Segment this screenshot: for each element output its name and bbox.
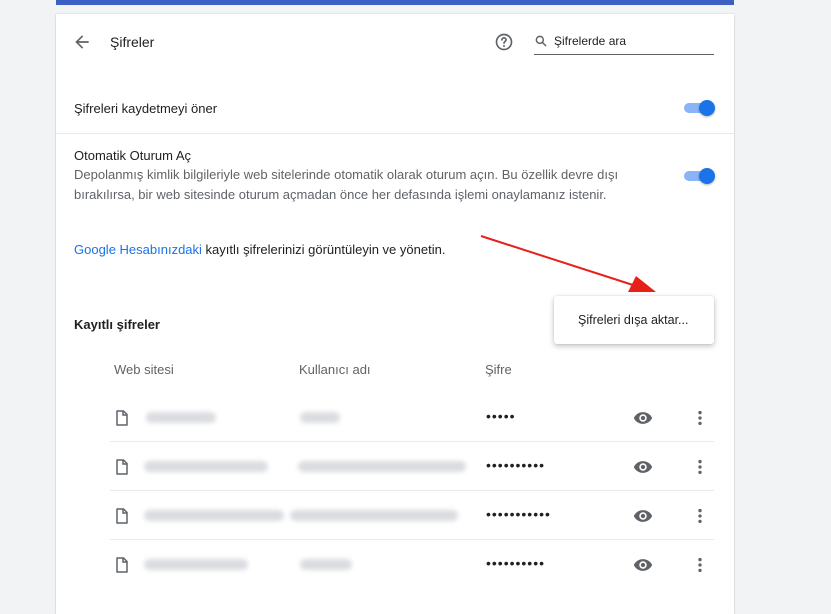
offer-save-row: Şifreleri kaydetmeyi öner	[56, 84, 734, 134]
export-passwords-menu-item[interactable]: Şifreleri dışa aktar...	[578, 313, 688, 327]
blurred-username	[298, 461, 466, 472]
row-separator	[110, 441, 714, 442]
file-icon	[116, 459, 128, 475]
export-popup-menu: Şifreleri dışa aktar...	[554, 296, 714, 344]
saved-passwords-title: Kayıtlı şifreler	[74, 317, 160, 332]
search-field	[534, 30, 714, 55]
eye-icon[interactable]	[632, 506, 654, 526]
google-account-text: kayıtlı şifrelerinizi görüntüleyin ve yö…	[201, 242, 446, 257]
blurred-username	[290, 510, 458, 521]
password-mask: •••••	[486, 408, 516, 424]
blurred-site	[144, 510, 284, 521]
more-vert-icon[interactable]	[690, 555, 710, 575]
blurred-site	[144, 461, 268, 472]
password-mask: ••••••••••	[486, 555, 546, 571]
file-icon	[116, 508, 128, 524]
column-header-username: Kullanıcı adı	[299, 362, 371, 377]
page-title: Şifreler	[110, 34, 155, 50]
eye-icon[interactable]	[632, 555, 654, 575]
google-account-line: Google Hesabınızdaki kayıtlı şifrelerini…	[74, 242, 445, 257]
search-input[interactable]	[554, 32, 710, 50]
more-vert-icon[interactable]	[690, 506, 710, 526]
blurred-site	[146, 412, 216, 423]
offer-save-toggle[interactable]	[682, 100, 715, 116]
password-mask: •••••••••••	[486, 506, 551, 522]
eye-icon[interactable]	[632, 457, 654, 477]
password-mask: ••••••••••	[486, 457, 546, 473]
column-header-site: Web sitesi	[114, 362, 174, 377]
row-separator	[110, 490, 714, 491]
blurred-username	[300, 559, 352, 570]
page-header: Şifreler	[56, 14, 734, 72]
file-icon	[116, 410, 128, 426]
auto-signin-description: Depolanmış kimlik bilgileriyle web sitel…	[74, 165, 654, 205]
offer-save-label: Şifreleri kaydetmeyi öner	[74, 101, 218, 116]
auto-signin-description-line: Depolanmış kimlik bilgileriyle web sitel…	[74, 167, 619, 182]
auto-signin-toggle[interactable]	[682, 168, 715, 184]
file-icon	[116, 557, 128, 573]
blurred-username	[300, 412, 340, 423]
password-row: ••••••••••	[110, 443, 714, 491]
auto-signin-row: Otomatik Oturum Aç Depolanmış kimlik bil…	[56, 134, 734, 214]
top-bar-accent	[56, 0, 734, 5]
password-row: •••••••••••	[110, 492, 714, 540]
back-arrow-icon[interactable]	[72, 32, 92, 52]
google-account-link[interactable]: Google Hesabınızdaki	[74, 242, 202, 257]
password-row: ••••••••••	[110, 541, 714, 589]
search-icon	[535, 35, 547, 47]
auto-signin-label: Otomatik Oturum Aç	[74, 148, 192, 163]
eye-icon[interactable]	[632, 408, 654, 428]
toggle-knob	[699, 168, 715, 184]
auto-signin-description-line: bırakılırsa, bir web sitesinde oturum aç…	[74, 187, 607, 202]
column-header-password: Şifre	[485, 362, 512, 377]
toggle-knob	[699, 100, 715, 116]
password-row: •••••	[110, 394, 714, 442]
more-vert-icon[interactable]	[690, 457, 710, 477]
more-vert-icon[interactable]	[690, 408, 710, 428]
row-separator	[110, 539, 714, 540]
browser-top-bar	[0, 0, 831, 6]
blurred-site	[144, 559, 248, 570]
help-icon[interactable]	[494, 32, 514, 52]
